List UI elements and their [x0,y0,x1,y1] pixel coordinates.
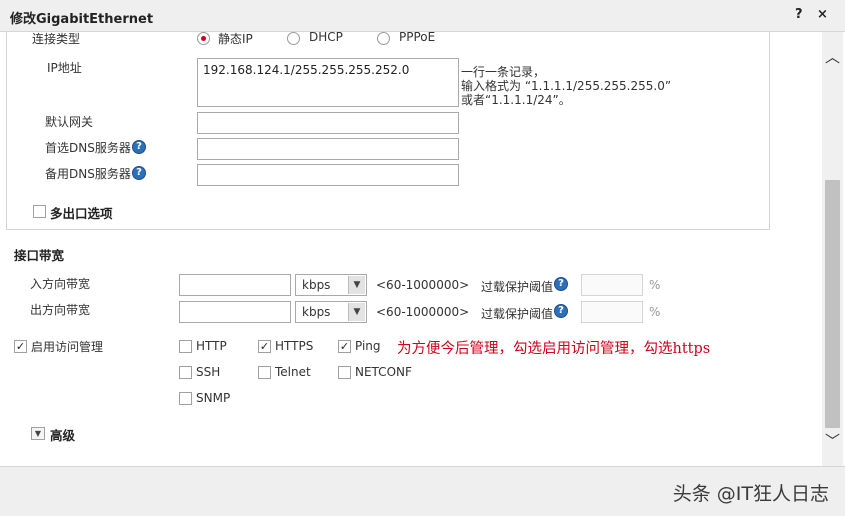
radio-static-ip[interactable] [197,32,210,45]
dns-secondary-input[interactable] [197,164,459,186]
scroll-down-icon[interactable]: ﹀ [825,434,840,449]
connection-type-label: 连接类型 [32,32,81,46]
outbound-overload-help-icon[interactable]: ? [554,304,568,318]
radio-dhcp[interactable] [287,32,300,45]
ssh-label: SSH [196,365,221,379]
inbound-overload-input[interactable] [581,274,643,296]
dialog-title: 修改GigabitEthernet [10,12,154,27]
dns-primary-label: 首选DNS服务器 [45,141,131,155]
https-checkbox[interactable]: ✓ [258,340,271,353]
chevron-down-icon: ▼ [348,276,365,294]
inbound-overload-help-icon[interactable]: ? [554,277,568,291]
http-label: HTTP [196,339,227,353]
ip-hint-line3: 或者“1.1.1.1/24”。 [461,93,571,107]
vertical-scrollbar[interactable]: ︿ ﹀ [822,32,843,466]
outbound-unit-select[interactable]: kbps ▼ [295,301,367,323]
telnet-checkbox[interactable] [258,366,271,379]
dns-primary-input[interactable] [197,138,459,160]
inbound-unit-select[interactable]: kbps ▼ [295,274,367,296]
ip-address-textarea[interactable]: 192.168.124.1/255.255.255.252.0 [197,58,459,107]
chevron-down-icon: ▼ [348,303,365,321]
dialog-footer: 头条 @IT狂人日志 [0,466,845,516]
advanced-expand-icon[interactable]: ▼ [31,427,45,440]
inbound-bandwidth-label: 入方向带宽 [30,277,91,291]
inbound-overload-label: 过载保护阈值 [481,280,554,294]
ssh-checkbox[interactable] [179,366,192,379]
multi-exit-checkbox[interactable] [33,205,46,218]
watermark-text: 头条 @IT狂人日志 [672,483,829,505]
outbound-bandwidth-input[interactable] [179,301,291,323]
radio-dhcp-label: DHCP [309,32,343,44]
access-mgmt-checkbox[interactable]: ✓ [14,340,27,353]
gateway-input[interactable] [197,112,459,134]
outbound-unit-value: kbps [302,305,331,319]
snmp-label: SNMP [196,391,231,405]
outbound-bandwidth-label: 出方向带宽 [30,303,91,317]
inbound-range-hint: <60-1000000> [376,278,470,292]
outbound-overload-label: 过载保护阈值 [481,307,554,321]
multi-exit-label: 多出口选项 [50,206,113,221]
gateway-label: 默认网关 [45,115,94,129]
radio-pppoe[interactable] [377,32,390,45]
dialog-content[interactable]: 连接类型 静态IP DHCP PPPoE IP地址 192.168.124.1/… [0,32,822,466]
https-label: HTTPS [275,339,314,353]
inbound-bandwidth-input[interactable] [179,274,291,296]
dns-primary-help-icon[interactable]: ? [132,140,146,154]
dns-secondary-label: 备用DNS服务器 [45,167,131,181]
ping-checkbox[interactable]: ✓ [338,340,351,353]
access-mgmt-label: 启用访问管理 [31,340,104,354]
outbound-overload-input[interactable] [581,301,643,323]
bandwidth-section-title: 接口带宽 [14,248,65,263]
netconf-checkbox[interactable] [338,366,351,379]
advanced-label[interactable]: 高级 [50,425,75,444]
annotation-note: 为方便今后管理，勾选启用访问管理，勾选https [397,341,711,357]
dns-secondary-help-icon[interactable]: ? [132,166,146,180]
scroll-thumb[interactable] [825,180,840,428]
radio-pppoe-label: PPPoE [399,32,436,44]
help-button[interactable]: ? [795,7,803,22]
http-checkbox[interactable] [179,340,192,353]
inbound-unit-value: kbps [302,278,331,292]
dialog-titlebar: 修改GigabitEthernet ? × [0,0,845,32]
radio-static-ip-label: 静态IP [218,32,253,46]
ip-address-label: IP地址 [47,61,82,75]
scroll-up-icon[interactable]: ︿ [825,50,840,65]
close-button[interactable]: × [817,7,828,22]
outbound-percent-sign: % [649,305,661,319]
inbound-percent-sign: % [649,278,661,292]
netconf-label: NETCONF [355,365,412,379]
ping-label: Ping [355,339,381,353]
outbound-range-hint: <60-1000000> [376,305,470,319]
telnet-label: Telnet [275,365,311,379]
snmp-checkbox[interactable] [179,392,192,405]
